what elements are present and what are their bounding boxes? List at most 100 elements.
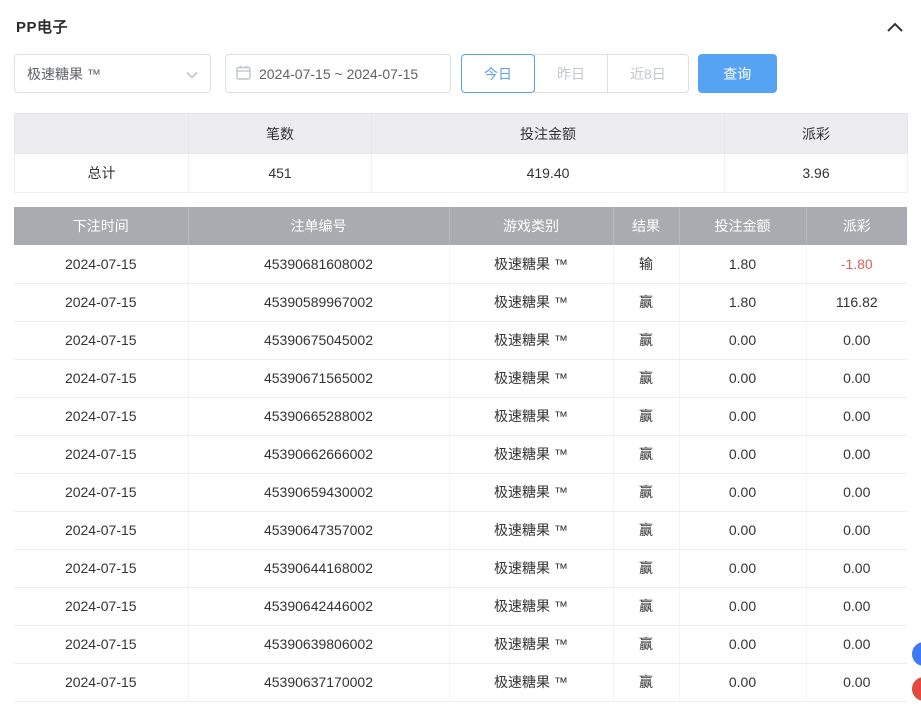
game-type-cell: 极速糖果 ™ <box>449 245 613 283</box>
game-type-cell: 极速糖果 ™ <box>449 321 613 359</box>
bet-amount-cell: 0.00 <box>679 397 806 435</box>
bet-amount-cell: 1.80 <box>679 245 806 283</box>
detail-header-row: 下注时间 注单编号 游戏类别 结果 投注金额 派彩 <box>14 207 907 245</box>
table-row: 2024-07-1545390642446002极速糖果 ™赢0.000.00 <box>14 587 907 625</box>
detail-table: 下注时间 注单编号 游戏类别 结果 投注金额 派彩 2024-07-154539… <box>14 207 907 702</box>
date-range-picker[interactable]: 2024-07-15 ~ 2024-07-15 <box>225 54 451 93</box>
table-row: 2024-07-1545390671565002极速糖果 ™赢0.000.00 <box>14 359 907 397</box>
bet-time-cell: 2024-07-15 <box>14 663 188 701</box>
bet-time-cell: 2024-07-15 <box>14 397 188 435</box>
bet-amount-cell: 0.00 <box>679 321 806 359</box>
quick-filter-last8days[interactable]: 近8日 <box>607 54 689 93</box>
payout-cell: -1.80 <box>806 245 907 283</box>
payout-cell: 0.00 <box>806 549 907 587</box>
total-bet-amount-cell: 419.40 <box>372 154 725 193</box>
page-title: PP电子 <box>16 16 68 37</box>
game-type-cell: 极速糖果 ™ <box>449 587 613 625</box>
summary-header-bet-amount: 投注金额 <box>372 114 725 154</box>
table-row: 2024-07-1545390681608002极速糖果 ™输1.80-1.80 <box>14 245 907 283</box>
bet-id-cell: 45390671565002 <box>188 359 449 397</box>
table-row: 2024-07-1545390589967002极速糖果 ™赢1.80116.8… <box>14 283 907 321</box>
table-row: 2024-07-1545390675045002极速糖果 ™赢0.000.00 <box>14 321 907 359</box>
bet-time-cell: 2024-07-15 <box>14 435 188 473</box>
bet-time-cell: 2024-07-15 <box>14 625 188 663</box>
quick-filter-group: 今日 昨日 近8日 <box>461 54 689 93</box>
result-cell: 赢 <box>613 587 679 625</box>
payout-cell: 0.00 <box>806 511 907 549</box>
bet-id-cell: 45390662666002 <box>188 435 449 473</box>
game-type-cell: 极速糖果 ™ <box>449 473 613 511</box>
bet-time-cell: 2024-07-15 <box>14 511 188 549</box>
table-row: 2024-07-1545390644168002极速糖果 ™赢0.000.00 <box>14 549 907 587</box>
game-type-cell: 极速糖果 ™ <box>449 435 613 473</box>
bet-time-cell: 2024-07-15 <box>14 549 188 587</box>
collapse-button[interactable] <box>885 20 905 34</box>
game-type-cell: 极速糖果 ™ <box>449 511 613 549</box>
header-bet-amount: 投注金额 <box>679 207 806 245</box>
header-bet-time: 下注时间 <box>14 207 188 245</box>
bet-id-cell: 45390642446002 <box>188 587 449 625</box>
chevron-down-icon <box>186 66 198 82</box>
table-row: 2024-07-1545390637170002极速糖果 ™赢0.000.00 <box>14 663 907 701</box>
bet-id-cell: 45390639806002 <box>188 625 449 663</box>
result-cell: 赢 <box>613 625 679 663</box>
bet-amount-cell: 0.00 <box>679 663 806 701</box>
bet-amount-cell: 0.00 <box>679 625 806 663</box>
result-cell: 赢 <box>613 283 679 321</box>
bet-id-cell: 45390675045002 <box>188 321 449 359</box>
result-cell: 赢 <box>613 511 679 549</box>
summary-header-count: 笔数 <box>189 114 372 154</box>
detail-table-body: 2024-07-1545390681608002极速糖果 ™输1.80-1.80… <box>14 245 907 701</box>
bet-time-cell: 2024-07-15 <box>14 245 188 283</box>
search-button[interactable]: 查询 <box>698 54 777 93</box>
bet-id-cell: 45390644168002 <box>188 549 449 587</box>
result-cell: 赢 <box>613 321 679 359</box>
quick-filter-yesterday[interactable]: 昨日 <box>534 54 608 93</box>
header-result: 结果 <box>613 207 679 245</box>
panel-header: PP电子 <box>14 14 907 37</box>
summary-header-payout: 派彩 <box>725 114 908 154</box>
payout-cell: 0.00 <box>806 397 907 435</box>
game-select-value: 极速糖果 ™ <box>27 64 101 84</box>
result-cell: 赢 <box>613 473 679 511</box>
bet-id-cell: 45390659430002 <box>188 473 449 511</box>
bet-amount-cell: 0.00 <box>679 435 806 473</box>
payout-cell: 0.00 <box>806 625 907 663</box>
total-count-cell: 451 <box>189 154 372 193</box>
total-label-cell: 总计 <box>15 154 189 193</box>
table-row: 2024-07-1545390647357002极速糖果 ™赢0.000.00 <box>14 511 907 549</box>
result-cell: 赢 <box>613 359 679 397</box>
header-payout: 派彩 <box>806 207 907 245</box>
bet-id-cell: 45390681608002 <box>188 245 449 283</box>
game-select[interactable]: 极速糖果 ™ <box>14 54 211 93</box>
payout-cell: 0.00 <box>806 359 907 397</box>
bet-time-cell: 2024-07-15 <box>14 473 188 511</box>
chevron-up-icon <box>887 20 903 35</box>
game-type-cell: 极速糖果 ™ <box>449 397 613 435</box>
summary-table: 笔数 投注金额 派彩 总计 451 419.40 3.96 <box>14 113 908 193</box>
payout-cell: 0.00 <box>806 321 907 359</box>
bet-time-cell: 2024-07-15 <box>14 283 188 321</box>
bet-id-cell: 45390637170002 <box>188 663 449 701</box>
table-row: 2024-07-1545390659430002极速糖果 ™赢0.000.00 <box>14 473 907 511</box>
result-cell: 赢 <box>613 549 679 587</box>
date-range-value: 2024-07-15 ~ 2024-07-15 <box>259 66 418 82</box>
bet-amount-cell: 0.00 <box>679 473 806 511</box>
calendar-icon <box>236 65 251 83</box>
bet-amount-cell: 0.00 <box>679 511 806 549</box>
summary-total-row: 总计 451 419.40 3.96 <box>15 154 908 193</box>
quick-filter-today[interactable]: 今日 <box>461 54 535 93</box>
total-payout-cell: 3.96 <box>725 154 908 193</box>
bet-time-cell: 2024-07-15 <box>14 587 188 625</box>
bet-id-cell: 45390665288002 <box>188 397 449 435</box>
bet-amount-cell: 1.80 <box>679 283 806 321</box>
bet-amount-cell: 0.00 <box>679 549 806 587</box>
payout-cell: 0.00 <box>806 435 907 473</box>
filter-bar: 极速糖果 ™ 2024-07-15 ~ 2024-07-15 今日 昨日 近8日… <box>14 54 907 93</box>
result-cell: 赢 <box>613 397 679 435</box>
game-type-cell: 极速糖果 ™ <box>449 625 613 663</box>
payout-cell: 0.00 <box>806 587 907 625</box>
table-row: 2024-07-1545390662666002极速糖果 ™赢0.000.00 <box>14 435 907 473</box>
game-type-cell: 极速糖果 ™ <box>449 283 613 321</box>
result-cell: 赢 <box>613 663 679 701</box>
